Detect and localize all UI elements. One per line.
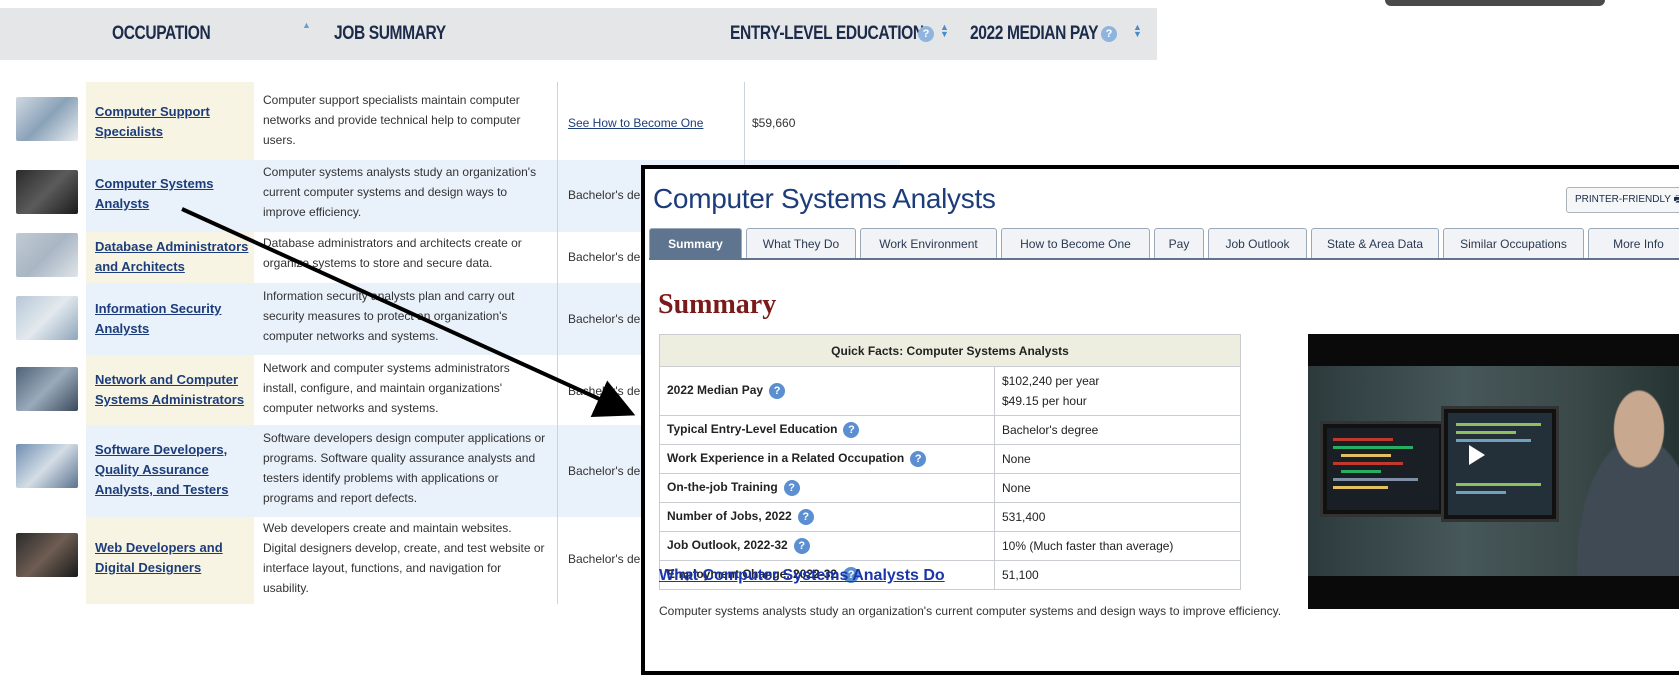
help-icon[interactable]: ?	[910, 451, 927, 467]
fact-label: Work Experience in a Related Occupation?	[659, 444, 995, 474]
tab-similar-occupations[interactable]: Similar Occupations	[1443, 228, 1584, 258]
tab-pay[interactable]: Pay	[1154, 228, 1204, 258]
printer-icon: 🖶	[1673, 194, 1679, 205]
page-title: Computer Systems Analysts	[653, 183, 996, 214]
fact-value: 51,100	[994, 560, 1241, 590]
fact-value: None	[994, 473, 1241, 503]
tab-summary[interactable]: Summary	[649, 228, 742, 258]
play-icon[interactable]	[1469, 445, 1485, 465]
fact-value: Bachelor's degree	[994, 415, 1241, 445]
fact-label: Typical Entry-Level Education?	[659, 415, 995, 445]
occupation-detail-popup: Computer Systems Analysts PRINTER-FRIEND…	[641, 165, 1679, 675]
fact-value: None	[994, 444, 1241, 474]
quick-facts-title: Quick Facts: Computer Systems Analysts	[659, 334, 1241, 367]
tab-underline	[649, 258, 1679, 260]
fact-value: 10% (Much faster than average)	[994, 531, 1241, 561]
monitor-image	[1441, 406, 1559, 522]
fact-label: Job Outlook, 2022-32?	[659, 531, 995, 561]
monitor-image	[1320, 421, 1446, 517]
fact-label: 2022 Median Pay?	[659, 366, 995, 416]
tab-what-they-do[interactable]: What They Do	[746, 228, 856, 258]
help-icon[interactable]: ?	[793, 538, 810, 554]
tab-work-environment[interactable]: Work Environment	[860, 228, 997, 258]
fact-value: $102,240 per year $49.15 per hour	[994, 366, 1241, 416]
tab-how-to-become-one[interactable]: How to Become One	[1001, 228, 1150, 258]
video-player[interactable]	[1308, 334, 1679, 609]
section-heading: Summary	[658, 289, 777, 320]
help-icon[interactable]: ?	[783, 480, 800, 496]
fact-label: On-the-job Training?	[659, 473, 995, 503]
tab-state-area-data[interactable]: State & Area Data	[1311, 228, 1439, 258]
tab-job-outlook[interactable]: Job Outlook	[1208, 228, 1307, 258]
what-they-do-link[interactable]: What Computer Systems Analysts Do	[659, 567, 945, 585]
quick-facts-table: Quick Facts: Computer Systems Analysts 2…	[659, 334, 1241, 590]
tab-more-info[interactable]: More Info	[1588, 228, 1679, 258]
what-they-do-text: Computer systems analysts study an organ…	[659, 604, 1282, 618]
fact-value: 531,400	[994, 502, 1241, 532]
video-thumbnail	[1308, 366, 1679, 576]
help-icon[interactable]: ?	[843, 422, 860, 438]
person-image	[1543, 366, 1679, 576]
help-icon[interactable]: ?	[797, 509, 814, 525]
fact-label: Number of Jobs, 2022?	[659, 502, 995, 532]
help-icon[interactable]: ?	[769, 383, 786, 399]
printer-friendly-button[interactable]: PRINTER-FRIENDLY 🖶	[1566, 187, 1679, 213]
tab-bar: Summary What They Do Work Environment Ho…	[649, 228, 1679, 258]
